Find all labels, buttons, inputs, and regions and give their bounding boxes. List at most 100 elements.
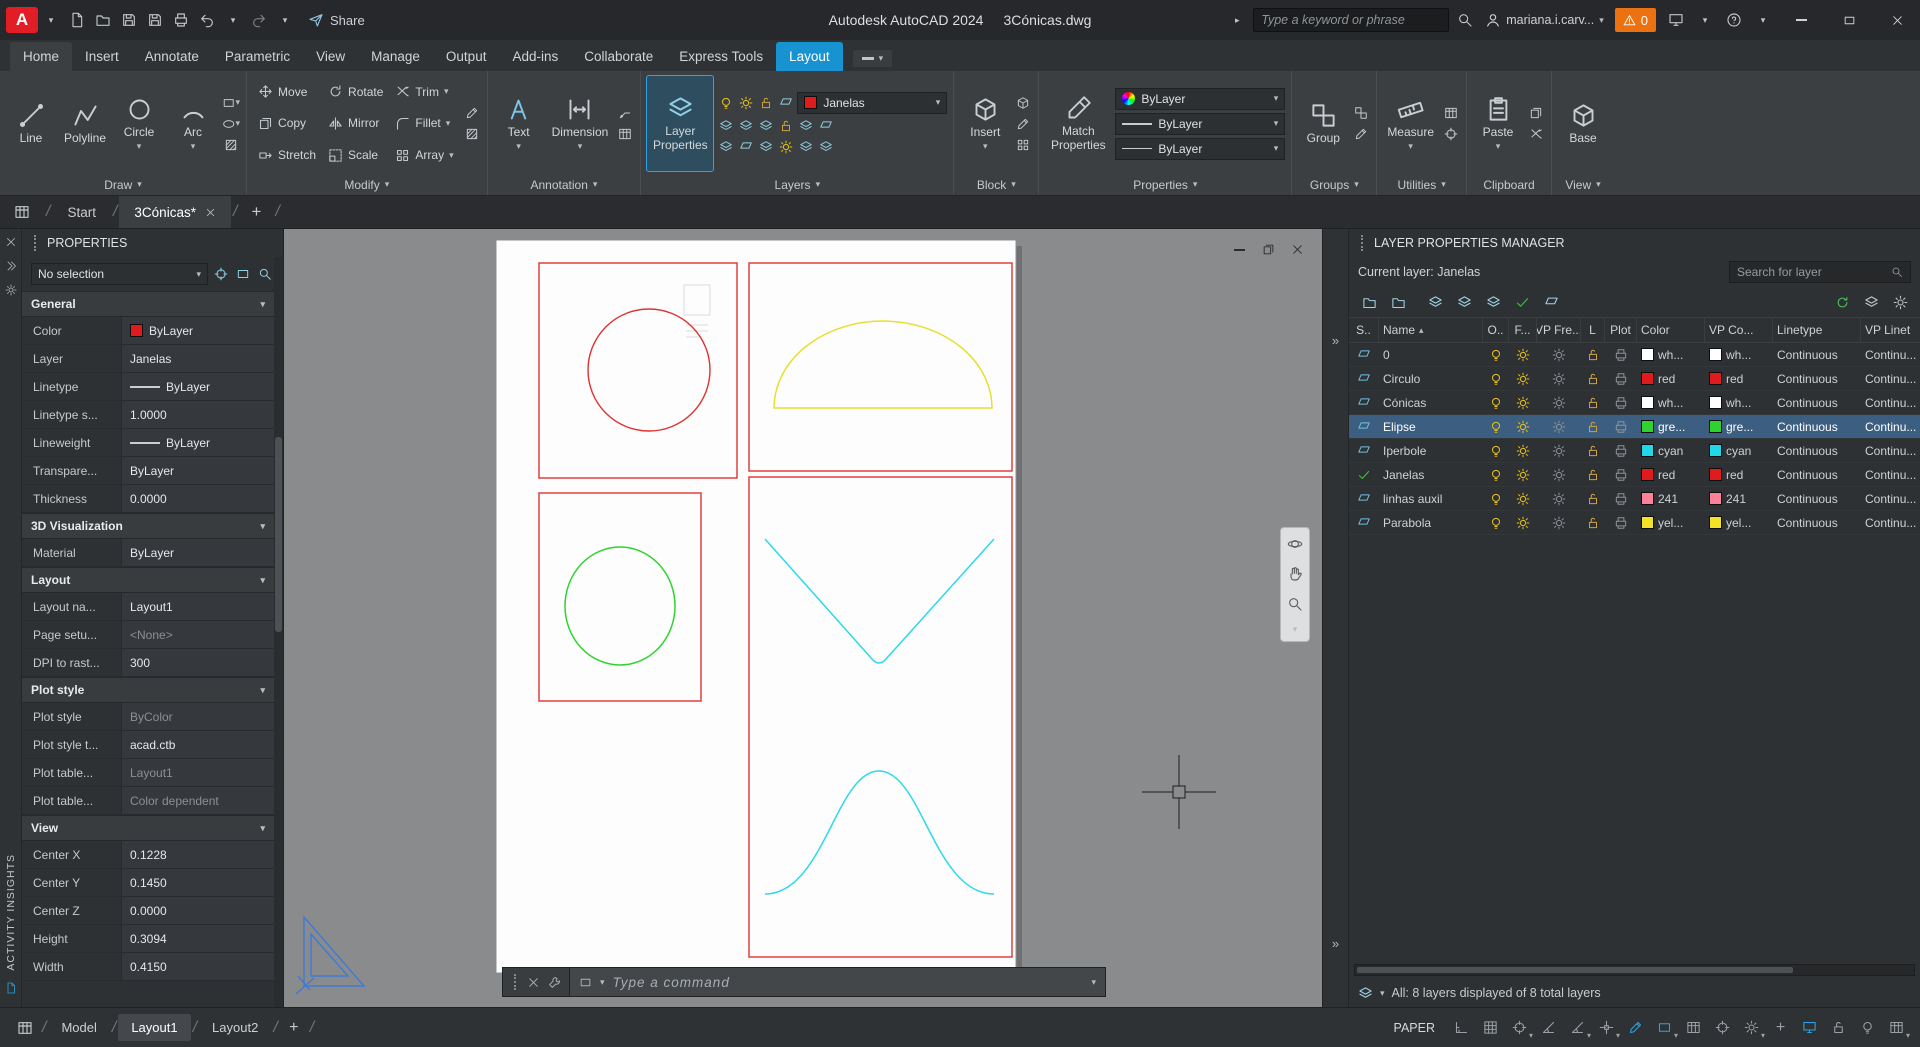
viewport-close-icon[interactable] [1289,241,1306,258]
layer-linetype[interactable]: Continuous [1773,468,1861,482]
layer-vp-linetype[interactable]: Continu... [1861,468,1920,482]
layer-name[interactable]: Janelas [1379,468,1483,482]
panel-annotation-label[interactable]: Annotation ▾ [488,174,641,195]
quick-select-icon[interactable] [256,265,274,283]
layer-off-icon[interactable] [717,94,735,112]
move-button[interactable]: Move [253,76,321,108]
layer-row[interactable]: linhas auxil 241 241 Continuous Continu... [1349,487,1920,511]
layer-color[interactable]: cyan [1637,444,1705,458]
layer-settings-list-icon[interactable] [1860,291,1882,313]
redo-icon[interactable] [246,7,272,33]
properties-palette-header[interactable]: PROPERTIES [22,229,283,257]
measure-button[interactable]: Measure ▾ [1383,76,1438,171]
ribbon-tab-add-ins[interactable]: Add-ins [499,42,571,71]
undo-caret-icon[interactable]: ▾ [220,7,246,33]
layer-scrollbar-thumb[interactable] [1357,967,1794,973]
insert-button[interactable]: Insert ▾ [960,76,1010,171]
open-icon[interactable] [90,7,116,33]
explode-tool-icon[interactable] [463,125,481,143]
status-customization-icon[interactable]: ▾ [1883,1014,1910,1041]
line-button[interactable]: Line [6,76,56,171]
layer-tool-icon[interactable] [757,117,775,135]
layer-name[interactable]: 0 [1379,348,1483,362]
new-tab-button[interactable]: + [239,196,273,228]
status-osnap-icon[interactable]: ▾ [1593,1014,1620,1041]
edit-attributes-icon[interactable] [1014,136,1032,154]
layer-merge-icon[interactable] [1540,291,1562,313]
layer-vp-freeze-icon[interactable] [1537,372,1581,386]
status-isolate-icon[interactable] [1854,1014,1881,1041]
base-button[interactable]: Base [1558,76,1608,171]
status-snap-icon[interactable]: ▾ [1506,1014,1533,1041]
help-caret-icon[interactable]: ▾ [1750,7,1776,33]
linetype-dropdown[interactable]: ByLayer ▾ [1115,137,1286,160]
property-value[interactable]: ByLayer [122,457,274,484]
leader-tool-icon[interactable] [616,104,634,122]
layer-color[interactable]: 241 [1637,492,1705,506]
table-tool-icon[interactable] [616,125,634,143]
text-button[interactable]: Text ▾ [494,76,544,171]
layer-color[interactable]: wh... [1637,396,1705,410]
property-value[interactable]: Layout1 [122,759,274,786]
properties-scrollbar[interactable] [274,257,283,1007]
collapse-left-icon[interactable]: » [1332,333,1339,348]
layer-color[interactable]: gre... [1637,420,1705,434]
section-header[interactable]: View ▾ [22,815,274,841]
ribbon-tab-insert[interactable]: Insert [72,42,132,71]
layer-color[interactable]: yel... [1637,516,1705,530]
help-search-input[interactable]: Type a keyword or phrase [1253,8,1450,32]
layer-plot-icon[interactable] [1605,396,1637,410]
ungroup-icon[interactable] [1352,104,1370,122]
new-file-icon[interactable] [64,7,90,33]
layer-name[interactable]: Iperbole [1379,444,1483,458]
lineweight-dropdown[interactable]: ByLayer ▾ [1115,112,1286,135]
layer-linetype[interactable]: Continuous [1773,396,1861,410]
navigation-wheel-icon[interactable] [1286,535,1304,553]
file-tab-document[interactable]: 3Cónicas* [119,196,231,228]
delete-layer-icon[interactable] [1482,291,1504,313]
layer-settings-gear-icon[interactable] [1889,291,1911,313]
layer-name[interactable]: Circulo [1379,372,1483,386]
command-input[interactable]: ▾ Type a command ▾ [570,967,1106,997]
layer-dropdown[interactable]: Janelas ▾ [797,91,948,114]
layer-vp-freeze-icon[interactable] [1537,396,1581,410]
column-header[interactable]: VP Linet [1861,318,1920,342]
paste-button[interactable]: Paste ▾ [1473,76,1523,171]
layer-name[interactable]: Cónicas [1379,396,1483,410]
layer-tool-icon[interactable] [717,138,735,156]
layer-tool-icon[interactable] [797,117,815,135]
layer-properties-button[interactable]: Layer Properties [646,75,715,172]
layer-lock-icon[interactable] [1581,396,1605,410]
ribbon-tab-parametric[interactable]: Parametric [212,42,303,71]
layer-vp-linetype[interactable]: Continu... [1861,492,1920,506]
layer-vp-color[interactable]: red [1705,372,1773,386]
layer-linetype[interactable]: Continuous [1773,444,1861,458]
layer-tool-icon[interactable] [817,138,835,156]
copy-button[interactable]: Copy [253,108,321,140]
file-tabs-menu-icon[interactable] [0,196,44,228]
rotate-button[interactable]: Rotate [323,76,388,108]
layer-color[interactable]: red [1637,468,1705,482]
group-button[interactable]: Group [1298,76,1348,171]
property-value[interactable]: ByLayer [122,317,274,344]
layer-tool-icon[interactable] [777,138,795,156]
cut-clip-icon[interactable] [1527,125,1545,143]
status-target-icon[interactable] [1709,1014,1736,1041]
ribbon-tab-annotate[interactable]: Annotate [132,42,212,71]
command-grip-icon[interactable] [514,974,516,990]
ribbon-tab-manage[interactable]: Manage [358,42,433,71]
property-value[interactable]: Janelas [122,345,274,372]
select-objects-icon[interactable] [234,265,252,283]
layer-on-icon[interactable] [1483,396,1509,410]
layer-vp-color[interactable]: red [1705,468,1773,482]
panel-view-label[interactable]: View ▾ [1552,174,1614,195]
edit-block-icon[interactable] [1014,115,1032,133]
layer-freeze-icon[interactable] [1509,516,1537,530]
save-as-icon[interactable] [142,7,168,33]
layer-linetype[interactable]: Continuous [1773,348,1861,362]
layer-vp-linetype[interactable]: Continu... [1861,396,1920,410]
layer-linetype[interactable]: Continuous [1773,516,1861,530]
property-value[interactable]: 0.3094 [122,925,274,952]
layer-vp-freeze-icon[interactable] [1537,468,1581,482]
layer-h-scrollbar[interactable] [1354,964,1915,976]
